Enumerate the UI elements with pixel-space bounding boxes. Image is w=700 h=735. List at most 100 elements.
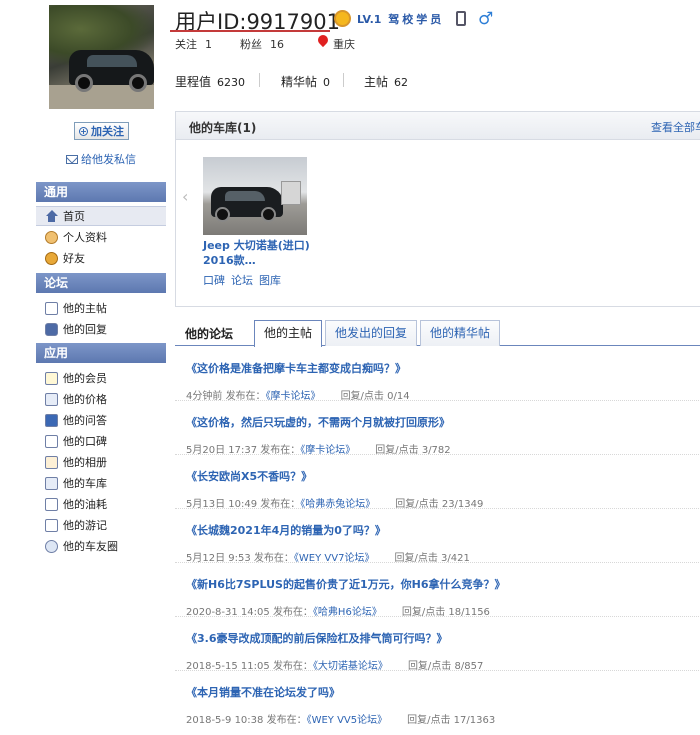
list-item: 《这价格，然后只玩虚的，不需两个月就被打回原形》 5月20日 17:37 发布在… — [175, 401, 700, 456]
sidebar-item-label: 他的车友圈 — [63, 540, 118, 553]
phone-icon — [456, 11, 466, 26]
car-links: 口碑 论坛 图库 — [203, 272, 281, 288]
star-icon — [45, 371, 58, 385]
car-gallery-link[interactable]: 图库 — [259, 272, 281, 288]
sidebar-item-reviews[interactable]: 他的口碑 — [36, 431, 166, 451]
tab-main-posts[interactable]: 他的主帖 — [254, 320, 323, 347]
review-icon — [45, 434, 58, 448]
post-title-link[interactable]: 《这价格，然后只玩虚的，不需两个月就被打回原形》 — [186, 414, 450, 430]
follow-stat[interactable]: 关注 1 — [175, 36, 212, 52]
sidebar-item-replies[interactable]: 他的回复 — [36, 319, 166, 339]
carousel-prev-icon[interactable]: ‹ — [182, 187, 188, 206]
sidebar-item-home[interactable]: 首页 — [36, 206, 166, 226]
male-icon: ♂ — [478, 9, 494, 29]
location-text: 重庆 — [333, 38, 355, 51]
post-title-link[interactable]: 《本月销量不准在论坛发了吗》 — [186, 684, 340, 700]
main-post-label: 主帖 — [364, 75, 389, 89]
post-title-link[interactable]: 《这价格是准备把摩卡车主都变成白痴吗？》 — [186, 360, 406, 376]
list-item: 《本月销量不准在论坛发了吗》 2018-5-9 10:38 发布在：《WEY V… — [175, 671, 700, 726]
post-title-link[interactable]: 《长安欧尚X5不香吗？》 — [186, 468, 312, 484]
level-name: 驾校学员 — [388, 13, 445, 26]
forum-tabs-bar: 他的论坛 他的主帖 他发出的回复 他的精华帖 — [175, 320, 700, 347]
level-badge: LV.1 驾校学员 — [357, 11, 444, 27]
divider — [343, 73, 344, 87]
garage-header: 他的车库(1) 查看全部车 — [176, 112, 700, 140]
sidebar-item-label: 他的游记 — [63, 519, 107, 532]
car-thumbnail[interactable] — [203, 157, 307, 235]
plus-icon: + — [79, 126, 88, 136]
section-header-apps: 应用 — [36, 343, 166, 363]
sidebar-item-album[interactable]: 他的相册 — [36, 452, 166, 472]
sidebar-item-label: 他的回复 — [63, 323, 107, 336]
post-title-link[interactable]: 《新H6比7SPLUS的起售价贵了近1万元，你H6拿什么竞争？》 — [186, 576, 505, 592]
section-header-general: 通用 — [36, 182, 166, 202]
left-sidebar: + 加关注 给他发私信 通用 首页 个人资料 好友 论坛 他的主帖 他的回复 应… — [36, 0, 166, 735]
list-item: 《长城魏2021年4月的销量为0了吗？》 5月12日 9:53 发布在：《WEY… — [175, 509, 700, 564]
garage-icon — [45, 476, 58, 490]
tab-replies[interactable]: 他发出的回复 — [325, 320, 418, 346]
level-value: LV.1 — [357, 13, 382, 26]
price-icon — [45, 392, 58, 406]
follow-button[interactable]: + 加关注 — [74, 122, 129, 140]
home-icon — [45, 209, 58, 223]
garage-title: 他的车库(1) — [189, 121, 257, 135]
post-meta: 5月13日 10:49 发布在：《哈弗赤兔论坛》 回复/点击 23/1349 — [186, 495, 483, 510]
avatar[interactable] — [49, 5, 154, 109]
medal-icon — [334, 10, 351, 27]
list-item: 《这价格是准备把摩卡车主都变成白痴吗？》 4分钟前 发布在：《摩卡论坛》 回复/点… — [175, 347, 700, 402]
post-list: 《这价格是准备把摩卡车主都变成白痴吗？》 4分钟前 发布在：《摩卡论坛》 回复/点… — [175, 347, 700, 726]
sidebar-item-car-circle[interactable]: 他的车友圈 — [36, 536, 166, 556]
album-icon — [45, 455, 58, 469]
follow-button-label: 加关注 — [91, 125, 124, 138]
post-meta: 4分钟前 发布在：《摩卡论坛》 回复/点击 0/14 — [186, 387, 410, 402]
post-time: 2018-5-9 10:38 — [186, 715, 264, 726]
fans-stat[interactable]: 粉丝 16 — [240, 36, 284, 52]
sidebar-item-label: 好友 — [63, 252, 85, 265]
fans-count: 16 — [270, 38, 284, 51]
sidebar-item-price[interactable]: 他的价格 — [36, 389, 166, 409]
post-forum-link[interactable]: 《WEY VV5论坛》 — [307, 715, 388, 726]
sidebar-item-qa[interactable]: 他的问答 — [36, 410, 166, 430]
view-all-cars-link[interactable]: 查看全部车 — [651, 119, 700, 135]
send-message-label: 给他发私信 — [81, 153, 136, 166]
car-review-link[interactable]: 口碑 — [203, 272, 225, 288]
sidebar-item-label: 首页 — [63, 210, 85, 223]
sidebar-item-label: 他的油耗 — [63, 498, 107, 511]
fuel-icon — [45, 497, 58, 511]
document-icon — [45, 301, 58, 315]
post-title-link[interactable]: 《3.6豪导改成顶配的前后保险杠及排气筒可行吗？》 — [186, 630, 448, 646]
forum-section-title: 他的论坛 — [185, 327, 234, 341]
mileage-label: 里程值 — [175, 75, 212, 89]
sidebar-item-friends[interactable]: 好友 — [36, 248, 166, 268]
list-item: 《长安欧尚X5不香吗？》 5月13日 10:49 发布在：《哈弗赤兔论坛》 回复/… — [175, 455, 700, 510]
tab-elite-posts[interactable]: 他的精华帖 — [420, 320, 501, 346]
travel-icon — [45, 518, 58, 532]
sidebar-item-profile[interactable]: 个人资料 — [36, 227, 166, 247]
post-meta: 2020-8-31 14:05 发布在：《哈弗H6论坛》 回复/点击 18/115… — [186, 603, 490, 618]
sidebar-item-label: 他的主帖 — [63, 302, 107, 315]
sidebar-item-membership[interactable]: 他的会员 — [36, 368, 166, 388]
elite-stat: 精华帖 0 — [281, 73, 330, 90]
sidebar-item-garage[interactable]: 他的车库 — [36, 473, 166, 493]
car-forum-link[interactable]: 论坛 — [231, 272, 253, 288]
sidebar-item-label: 他的口碑 — [63, 435, 107, 448]
sidebar-item-main-posts[interactable]: 他的主帖 — [36, 298, 166, 318]
car-name-link[interactable]: Jeep 大切诺基(进口) 2016款… — [203, 238, 323, 268]
main-post-value: 62 — [394, 76, 409, 89]
sidebar-item-travel[interactable]: 他的游记 — [36, 515, 166, 535]
list-item: 《新H6比7SPLUS的起售价贵了近1万元，你H6拿什么竞争？》 2020-8-… — [175, 563, 700, 618]
chat-icon — [45, 322, 58, 336]
send-message-link[interactable]: 给他发私信 — [66, 151, 136, 167]
section-header-forum: 论坛 — [36, 273, 166, 293]
post-title-link[interactable]: 《长城魏2021年4月的销量为0了吗？》 — [186, 522, 386, 538]
post-stats: 回复/点击 17/1363 — [407, 715, 496, 726]
sidebar-item-fuel[interactable]: 他的油耗 — [36, 494, 166, 514]
post-meta: 5月12日 9:53 发布在：《WEY VV7论坛》 回复/点击 3/421 — [186, 549, 470, 564]
main-post-stat: 主帖 62 — [364, 73, 408, 90]
fans-label: 粉丝 — [240, 38, 262, 51]
elite-label: 精华帖 — [281, 75, 318, 89]
envelope-icon — [66, 154, 78, 164]
post-meta: 2018-5-9 10:38 发布在：《WEY VV5论坛》 回复/点击 17/1… — [186, 711, 495, 726]
mileage-stat: 里程值 6230 — [175, 73, 245, 90]
post-prefix: 发布在： — [266, 715, 307, 726]
